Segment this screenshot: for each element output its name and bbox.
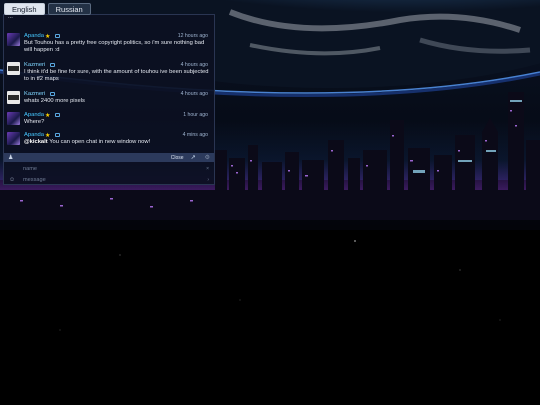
name-input[interactable] — [23, 164, 207, 174]
timestamp: 12 hours ago — [177, 33, 208, 39]
language-tabs: English Russian — [4, 3, 91, 15]
star-icon: ★ — [45, 132, 51, 139]
message-text: I think it'd be fine for sure, with the … — [24, 69, 209, 83]
timestamp: 4 hours ago — [180, 62, 208, 68]
popout-icon[interactable]: ↗ — [191, 154, 196, 161]
message-list[interactable]: ... Apanda ★ 12 hours ago But Touhou has… — [4, 15, 214, 152]
star-icon: ★ — [45, 112, 51, 119]
external-link-icon[interactable] — [55, 113, 61, 117]
user-icon[interactable]: ♟ — [8, 154, 13, 161]
external-link-icon[interactable] — [50, 92, 56, 96]
message-input[interactable] — [23, 175, 208, 185]
send-icon[interactable]: › — [207, 177, 209, 183]
message-text: Where? — [24, 119, 45, 125]
username[interactable]: Kazmeri — [24, 91, 45, 97]
name-field-row: × — [4, 164, 214, 174]
avatar[interactable] — [7, 132, 20, 145]
avatar[interactable] — [7, 62, 20, 75]
chat-message: Apanda ★ 1 hour ago Where? — [4, 111, 214, 126]
message-content: You can open chat in new window now! — [49, 139, 151, 145]
timestamp: 1 hour ago — [183, 112, 208, 118]
chat-message: ... — [4, 15, 214, 21]
external-link-icon[interactable] — [55, 34, 61, 38]
chat-message: Apanda ★ 4 mins ago @kickalt You can ope… — [4, 131, 214, 146]
star-icon: ★ — [45, 33, 51, 40]
tab-english[interactable]: English — [4, 3, 45, 15]
timestamp: 4 mins ago — [182, 132, 208, 138]
gear-icon[interactable]: ⚙ — [205, 154, 210, 161]
external-link-icon[interactable] — [50, 63, 56, 67]
message-text: ... — [8, 15, 13, 20]
chat-message: Kazmeri 4 hours ago whats 2400 more pixe… — [4, 90, 214, 105]
username[interactable]: Kazmeri — [24, 62, 45, 68]
chat-message: Kazmeri 4 hours ago I think it'd be fine… — [4, 61, 214, 83]
mention[interactable]: @kickalt — [24, 139, 48, 145]
message-text: @kickalt You can open chat in new window… — [24, 139, 210, 146]
avatar[interactable] — [7, 33, 20, 46]
tab-russian[interactable]: Russian — [47, 3, 91, 15]
smiley-icon[interactable]: ☺ — [9, 177, 23, 183]
chat-message: Apanda ★ 12 hours ago But Touhou has a p… — [4, 32, 214, 54]
username[interactable]: Apanda — [24, 132, 44, 138]
message-text: But Touhou has a pretty free copyright p… — [24, 40, 205, 54]
close-button[interactable]: Close — [171, 155, 184, 161]
message-text: whats 2400 more pixels — [24, 98, 85, 104]
username[interactable]: Apanda — [24, 112, 44, 118]
timestamp: 4 hours ago — [180, 91, 208, 97]
chat-toolbar: ♟ Close ↗ ⚙ — [4, 153, 214, 162]
message-field-row: ☺ › — [4, 175, 214, 185]
external-link-icon[interactable] — [55, 133, 61, 137]
username[interactable]: Apanda — [24, 33, 44, 39]
avatar[interactable] — [7, 91, 20, 104]
clear-icon[interactable]: × — [206, 166, 209, 172]
avatar[interactable] — [7, 112, 20, 125]
chat-panel: ... Apanda ★ 12 hours ago But Touhou has… — [3, 14, 215, 185]
